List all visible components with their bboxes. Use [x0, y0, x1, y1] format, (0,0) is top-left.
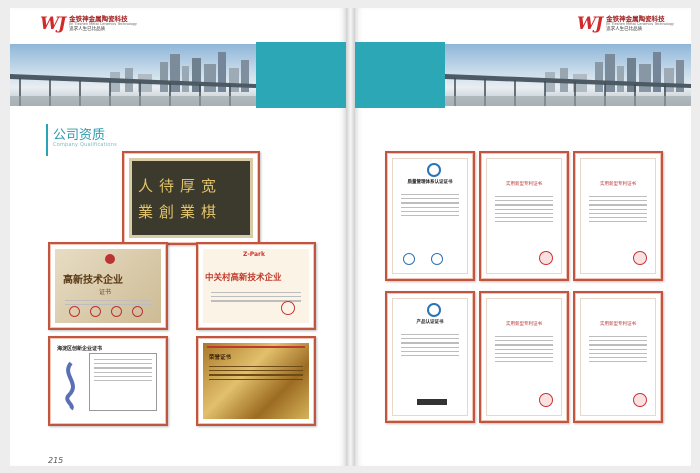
haidian-innovation-certificate: 海淀区创新企业证书 [48, 336, 168, 426]
zhongguancun-title: 中关村高新技术企业 [205, 273, 282, 283]
page-number: 215 [48, 456, 64, 465]
section-title: 公司资质 [53, 128, 106, 143]
seal-icon [132, 306, 143, 317]
quality-cert-title: 质量管理体系认证证书 [407, 180, 453, 185]
gold-honor-plaque: 荣誉证书 [196, 336, 316, 426]
certificate-text-lines [495, 193, 553, 225]
city-skyline-banner [10, 44, 256, 106]
seal-row [69, 306, 143, 317]
seal-icon [539, 251, 553, 265]
patent-cert-title: 实用新型专利证书 [600, 182, 636, 187]
patent-cert-title: 实用新型专利证书 [600, 322, 636, 327]
cqc-logo-icon [427, 163, 441, 177]
seal-icon [281, 301, 295, 315]
certificate-text-lines [401, 331, 459, 359]
calligraphy-line-2: 業創業棋 [138, 203, 223, 221]
emblem-icon [105, 254, 115, 264]
company-logo: WJ 金铁神金属陶瓷科技 Jin Tieshen Metal Ceramics … [577, 14, 674, 34]
certificate-text-lines [495, 333, 553, 365]
cert-logos [403, 253, 443, 265]
utility-patent-certificate: 实用新型专利证书 [479, 151, 569, 281]
patent-cert-title: 实用新型专利证书 [506, 322, 542, 327]
patent-cert-title: 实用新型专利证书 [506, 182, 542, 187]
signature [417, 399, 447, 405]
seal-icon [539, 393, 553, 407]
cnas-icon [431, 253, 443, 265]
certificate-text-lines [589, 193, 647, 225]
plaque-red-line [207, 346, 305, 348]
z-park-logo: Z-Park [243, 251, 265, 258]
utility-patent-certificate: 实用新型专利证书 [573, 151, 663, 281]
high-tech-enterprise-certificate: 高新技术企业 证书 [48, 242, 168, 330]
skyline-illustration [445, 52, 691, 106]
book-gutter [346, 8, 355, 466]
calligraphy-line-1: 人待厚宽 [138, 177, 223, 195]
company-slogan: 追求人生已比品质 [69, 26, 106, 32]
calligraphy-plaque: 人待厚宽 業創業棋 [122, 151, 260, 245]
ribbon-graphic [59, 361, 83, 411]
product-certification-certificate: 产品认证证书 [385, 291, 475, 423]
plaque-heading: 荣誉证书 [209, 355, 232, 361]
right-page: WJ 金铁神金属陶瓷科技 Jin Tieshen Metal Ceramics … [355, 8, 691, 466]
high-tech-title: 高新技术企业 [63, 275, 123, 286]
city-skyline-banner [445, 44, 691, 106]
product-cert-title: 产品认证证书 [416, 320, 444, 325]
seal-icon [633, 393, 647, 407]
haidian-title: 海淀区创新企业证书 [57, 346, 103, 352]
cqc-logo-icon [427, 303, 441, 317]
certificate-text-lines [589, 333, 647, 365]
brochure-spread: WJ 金铁神金属陶瓷科技 Jin Tieshen Metal Ceramics … [0, 0, 700, 473]
logo-mark: WJ [40, 14, 66, 34]
high-tech-subtitle: 证书 [99, 289, 112, 296]
seal-icon [90, 306, 101, 317]
company-logo: WJ 金铁神金属陶瓷科技 Jin Tieshen Metal Ceramics … [40, 14, 137, 34]
section-subtitle: Company Qualifications [53, 142, 117, 148]
zhongguancun-certificate: Z-Park 中关村高新技术企业 [196, 242, 316, 330]
quality-management-certificate: 质量管理体系认证证书 [385, 151, 475, 281]
logo-mark: WJ [577, 14, 603, 34]
certificate-text-lines [401, 191, 459, 219]
utility-patent-certificate: 实用新型专利证书 [573, 291, 663, 423]
company-slogan: 追求人生已比品质 [606, 26, 643, 32]
seal-icon [69, 306, 80, 317]
skyline-illustration [10, 52, 256, 106]
seal-icon [111, 306, 122, 317]
left-page: WJ 金铁神金属陶瓷科技 Jin Tieshen Metal Ceramics … [10, 8, 346, 466]
iqnet-icon [403, 253, 415, 265]
certificate-table [89, 353, 157, 411]
utility-patent-certificate: 实用新型专利证书 [479, 291, 569, 423]
teal-accent-block [256, 42, 346, 108]
plaque-text-lines [209, 363, 303, 383]
section-accent-bar [46, 124, 48, 156]
teal-accent-block [355, 42, 445, 108]
seal-icon [633, 251, 647, 265]
